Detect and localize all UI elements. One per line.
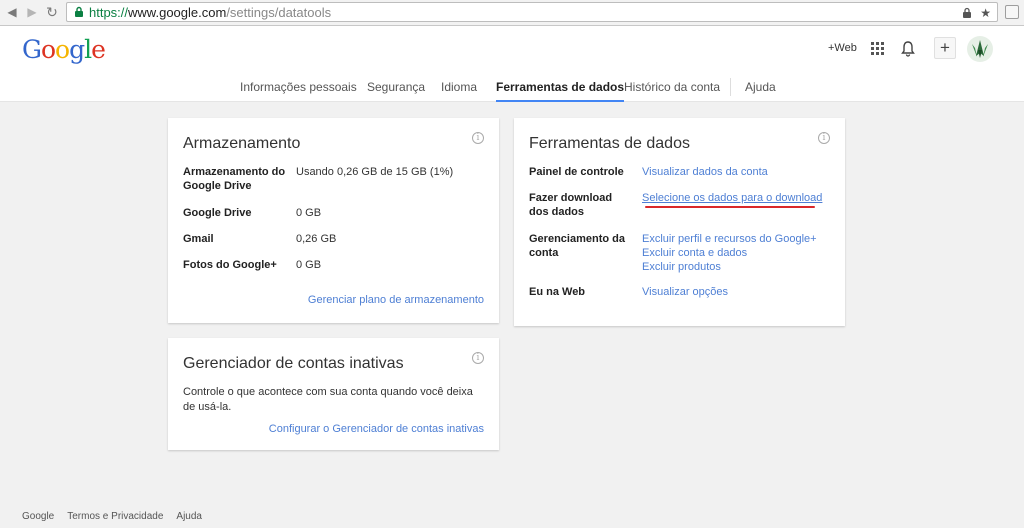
tab-seguranca[interactable]: Segurança: [367, 80, 425, 102]
red-annotation-underline: [645, 206, 815, 208]
inactive-card-title: Gerenciador de contas inativas: [183, 355, 404, 372]
google-header: Google +Web + Informações pessoais Segur…: [0, 26, 1024, 102]
footer-help-link[interactable]: Ajuda: [176, 511, 202, 522]
dashboard-label: Painel de controle: [529, 166, 624, 178]
storage-row-value: Usando 0,26 GB de 15 GB (1%): [296, 166, 454, 178]
data-tools-card-title: Ferramentas de dados: [529, 135, 690, 152]
delete-account-link[interactable]: Excluir conta e dados: [642, 246, 747, 260]
storage-card: Armazenamento i Armazenamento do Google …: [168, 118, 499, 323]
configure-inactive-manager-link[interactable]: Configurar o Gerenciador de contas inati…: [269, 422, 484, 436]
tab-ferramentas-de-dados[interactable]: Ferramentas de dados: [496, 80, 625, 102]
storage-row-label: Gmail: [183, 233, 214, 245]
footer: Google Termos e Privacidade Ajuda: [22, 511, 202, 522]
info-icon[interactable]: i: [818, 132, 830, 144]
apps-grid-icon[interactable]: [871, 42, 884, 55]
footer-google-link[interactable]: Google: [22, 511, 54, 522]
storage-row-value: 0 GB: [296, 207, 322, 219]
manage-storage-link[interactable]: Gerenciar plano de armazenamento: [308, 293, 484, 307]
lock-icon: [75, 6, 83, 17]
settings-tabs: Informações pessoais Segurança Idioma Fe…: [0, 78, 1024, 102]
storage-card-title: Armazenamento: [183, 135, 301, 152]
footer-terms-link[interactable]: Termos e Privacidade: [67, 511, 163, 522]
avatar-image-icon: [972, 40, 988, 58]
storage-row-value: 0,26 GB: [296, 233, 337, 245]
lock-closed-icon[interactable]: [962, 7, 972, 18]
notifications-bell-icon[interactable]: [900, 40, 916, 58]
plus-web-link[interactable]: +Web: [828, 42, 857, 54]
me-on-web-label: Eu na Web: [529, 286, 586, 298]
select-download-data-link[interactable]: Selecione os dados para o download: [642, 191, 822, 205]
storage-row-value: 0 GB: [296, 259, 322, 271]
view-options-link[interactable]: Visualizar opções: [642, 285, 728, 299]
url-text: https://www.google.com/settings/datatool…: [89, 5, 332, 20]
back-icon[interactable]: ◀: [4, 4, 20, 20]
delete-google-plus-link[interactable]: Excluir perfil e recursos do Google+: [642, 232, 817, 246]
storage-row-label: Fotos do Google+: [183, 259, 277, 271]
info-icon[interactable]: i: [472, 352, 484, 364]
storage-row-label: Armazenamento do Google Drive: [183, 166, 286, 192]
account-management-label: Gerenciamento da conta: [529, 233, 625, 259]
address-bar[interactable]: https://www.google.com/settings/datatool…: [66, 2, 998, 22]
bookmark-star-icon[interactable]: ★: [980, 6, 991, 20]
browser-menu-icon[interactable]: [1005, 5, 1019, 19]
download-label: Fazer download dos dados: [529, 192, 613, 218]
forward-icon[interactable]: ▶: [24, 4, 40, 20]
avatar[interactable]: [967, 36, 993, 62]
share-plus-button[interactable]: +: [934, 37, 956, 59]
delete-products-link[interactable]: Excluir produtos: [642, 260, 721, 274]
reload-icon[interactable]: ↻: [44, 4, 60, 20]
browser-toolbar: ◀ ▶ ↻ https://www.google.com/settings/da…: [0, 0, 1024, 26]
inactive-account-card: Gerenciador de contas inativas i Control…: [168, 338, 499, 450]
tab-historico-da-conta[interactable]: Histórico da conta: [624, 80, 720, 102]
info-icon[interactable]: i: [472, 132, 484, 144]
storage-row-label: Google Drive: [183, 207, 252, 219]
tab-idioma[interactable]: Idioma: [441, 80, 477, 102]
tab-ajuda[interactable]: Ajuda: [745, 80, 776, 102]
inactive-description: Controle o que acontece com sua conta qu…: [183, 386, 473, 413]
google-logo[interactable]: Google: [22, 35, 106, 64]
data-tools-card: Ferramentas de dados i Painel de control…: [514, 118, 845, 326]
tab-informacoes-pessoais[interactable]: Informações pessoais: [240, 80, 357, 102]
view-account-data-link[interactable]: Visualizar dados da conta: [642, 165, 768, 179]
tab-divider: [730, 78, 731, 96]
